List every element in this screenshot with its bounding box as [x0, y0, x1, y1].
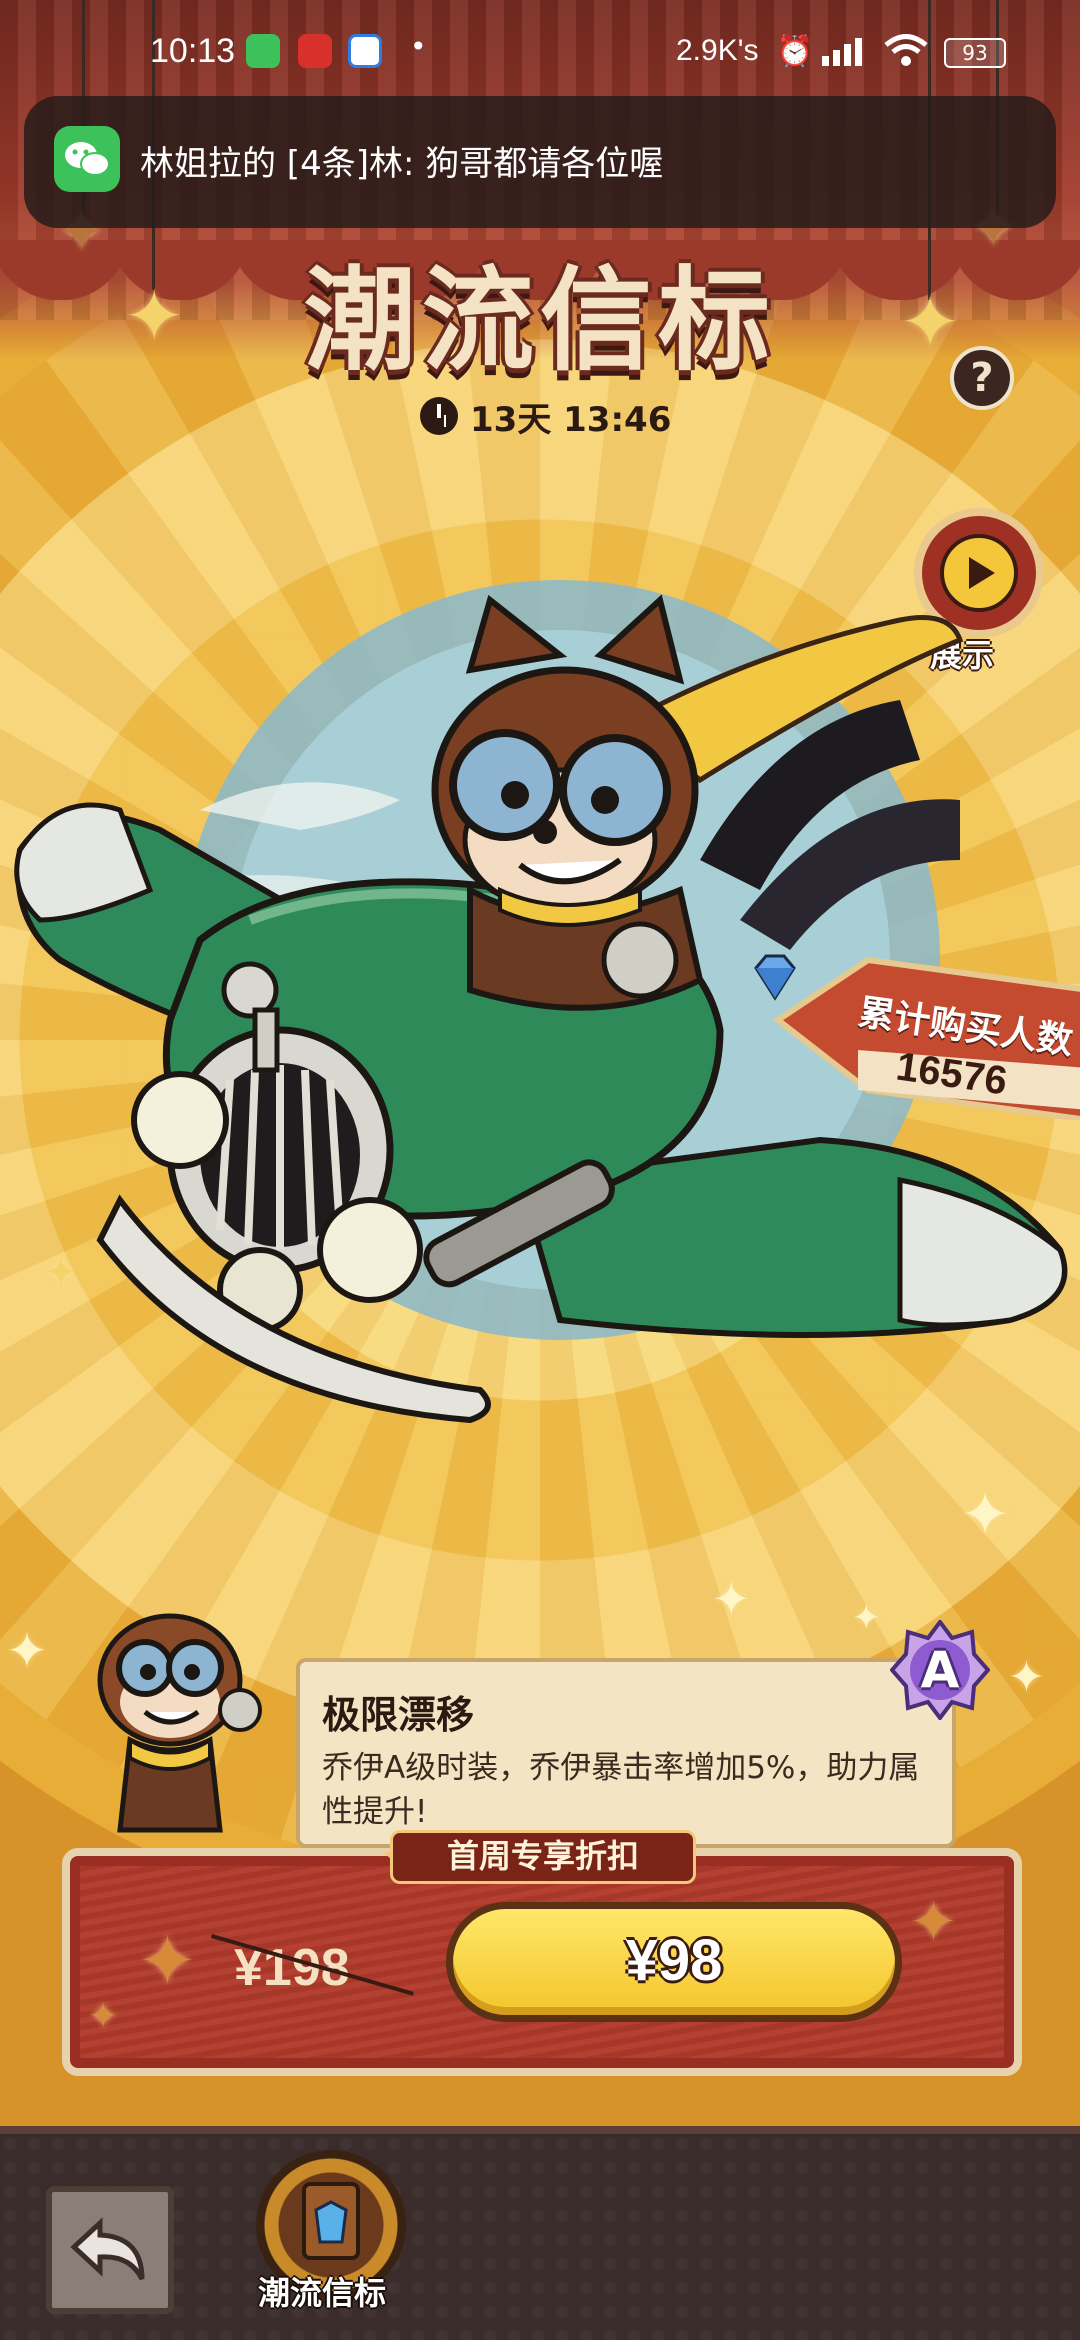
wifi-icon: [884, 34, 928, 74]
help-button[interactable]: ?: [950, 346, 1014, 410]
sparkle-icon: ✦: [852, 1598, 881, 1638]
item-info-card: 极限漂移 乔伊A级时装，乔伊暴击率增加5%，助力属性提升!: [296, 1658, 956, 1848]
status-more-dot: •: [410, 30, 427, 63]
panel-star-icon: ✦: [88, 1996, 119, 2037]
back-button[interactable]: [46, 2186, 174, 2314]
screen-root: ✦ ✦ ✦ ✦ ✦ ✦ ✦ ✦ ✦ ✦ 10:13 • 2.9K's ⏰ 93 …: [0, 0, 1080, 2340]
sparkle-icon: ✦: [712, 1572, 751, 1626]
sparkle-icon: ✦: [1008, 1652, 1045, 1703]
countdown-text: 13天 13:46: [470, 399, 672, 440]
network-speed: 2.9K's: [676, 34, 759, 67]
back-arrow-icon: [70, 2217, 145, 2281]
wechat-icon: [54, 126, 120, 192]
battery-indicator: 93: [944, 38, 1006, 68]
countdown-timer: 13天 13:46: [420, 392, 671, 440]
qq-browser-icon: [348, 34, 382, 68]
panel-star-icon: ✦: [138, 1920, 197, 2002]
sparkle-icon: ✦: [6, 1622, 48, 1680]
grade-letter: A: [920, 1641, 960, 1699]
notification-text: 林姐拉的 [4条]林: 狗哥都请各位喔: [140, 144, 664, 184]
buy-button[interactable]: ¥98: [446, 1902, 902, 2022]
panel-star-icon: ✦: [910, 1890, 957, 1955]
purchase-counter-sign: 累计购买人数 16576: [748, 950, 1080, 1120]
grade-badge: A: [889, 1618, 991, 1722]
item-name: 极限漂移: [322, 1693, 475, 1737]
red-app-icon: [298, 34, 332, 68]
monkey-mascot-icon: [97, 1613, 262, 1833]
status-time: 10:13: [150, 32, 236, 70]
clock-icon: [420, 397, 458, 435]
status-bar: 10:13 • 2.9K's ⏰ 93: [0, 0, 1080, 100]
wechat-icon: [246, 34, 280, 68]
item-description: 乔伊A级时装，乔伊暴击率增加5%，助力属性提升!: [322, 1750, 920, 1830]
diamond-icon: [754, 954, 796, 1001]
page-title: 潮流信标: [304, 256, 776, 386]
alarm-icon: ⏰: [776, 34, 814, 69]
signal-icon: [820, 38, 866, 74]
first-week-discount-banner: 首周专享折扣: [390, 1830, 696, 1884]
wechat-notification[interactable]: 林姐拉的 [4条]林: 狗哥都请各位喔: [24, 96, 1056, 228]
nav-tab-label: 潮流信标: [258, 2274, 387, 2312]
